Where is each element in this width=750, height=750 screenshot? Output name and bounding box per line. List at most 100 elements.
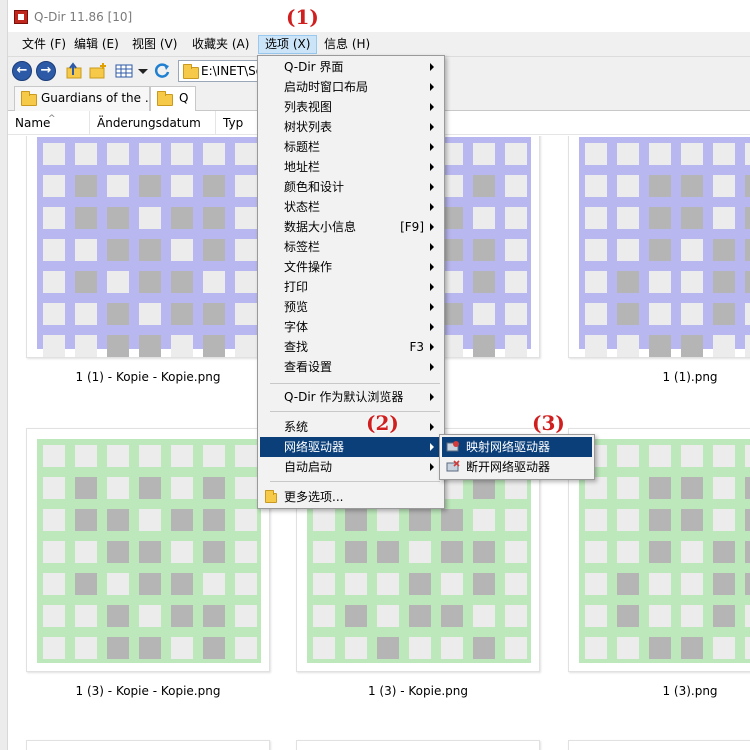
- menu-options[interactable]: 选项 (X): [258, 35, 318, 54]
- pixel-cell: [473, 271, 495, 293]
- pixel-cell: [107, 335, 129, 357]
- pixel-cell: [585, 143, 607, 165]
- menu-item-option[interactable]: Q-Dir 界面: [260, 57, 442, 77]
- thumbnail-item[interactable]: [296, 740, 540, 750]
- network-drive-icon: [446, 441, 459, 452]
- pixel-cell: [377, 605, 399, 627]
- menu-item-option[interactable]: 预览: [260, 297, 442, 317]
- pixel-cell: [585, 175, 607, 197]
- file-caption[interactable]: 1 (3) - Kopie - Kopie.png: [26, 684, 270, 698]
- pixel-cell: [75, 541, 97, 563]
- thumbnail-item[interactable]: [568, 740, 750, 750]
- menu-favorites[interactable]: 收藏夹 (A): [186, 35, 255, 54]
- menu-item-option[interactable]: 列表视图: [260, 97, 442, 117]
- pixel-cell: [139, 271, 161, 293]
- chevron-right-icon: [430, 163, 434, 171]
- menu-item-autostart[interactable]: 自动启动: [260, 457, 442, 477]
- thumbnail-item[interactable]: [26, 428, 270, 672]
- menu-item-option[interactable]: 颜色和设计: [260, 177, 442, 197]
- column-modified[interactable]: Änderungsdatum: [90, 111, 216, 135]
- menu-item-option[interactable]: 打印: [260, 277, 442, 297]
- file-caption[interactable]: 1 (1).png: [568, 370, 750, 384]
- pixel-cell: [585, 637, 607, 659]
- menu-item-option[interactable]: 字体: [260, 317, 442, 337]
- menu-item-option[interactable]: 启动时窗口布局: [260, 77, 442, 97]
- menu-separator: [270, 481, 440, 482]
- tab-q[interactable]: Q: [150, 86, 196, 112]
- menu-item-more-options[interactable]: 更多选项...: [260, 487, 442, 507]
- menu-item-option[interactable]: 树状列表: [260, 117, 442, 137]
- pixel-cell: [713, 303, 735, 325]
- pixel-cell: [649, 335, 671, 357]
- pixel-cell: [649, 175, 671, 197]
- pixel-cell: [107, 143, 129, 165]
- menu-item-system[interactable]: 系统: [260, 417, 442, 437]
- pixel-cell: [345, 541, 367, 563]
- menu-item-disconnect-network-drive[interactable]: 断开网络驱动器: [442, 457, 592, 477]
- pixel-cell: [139, 509, 161, 531]
- file-caption[interactable]: 1 (3) - Kopie.png: [296, 684, 540, 698]
- address-bar[interactable]: E:\INET\Sof: [178, 60, 268, 82]
- menu-item-option[interactable]: 查看设置: [260, 357, 442, 377]
- file-caption[interactable]: 1 (1) - Kopie - Kopie.png: [26, 370, 270, 384]
- forward-button[interactable]: →: [36, 61, 56, 81]
- thumbnail-item[interactable]: [26, 740, 270, 750]
- pixel-cell: [107, 239, 129, 261]
- tab-guardians[interactable]: Guardians of the ...: [14, 86, 150, 111]
- pixel-cell: [107, 271, 129, 293]
- menu-item-map-network-drive[interactable]: 映射网络驱动器: [442, 437, 592, 457]
- pixel-cell: [649, 509, 671, 531]
- refresh-icon: [154, 63, 170, 78]
- pixel-cell: [649, 271, 671, 293]
- menu-item-option[interactable]: 文件操作: [260, 257, 442, 277]
- menu-item-label: 树状列表: [284, 120, 333, 134]
- pixel-cell: [377, 573, 399, 595]
- pixel-cell: [505, 239, 527, 261]
- pixel-cell: [745, 271, 750, 293]
- pixel-cell: [107, 303, 129, 325]
- pixel-cell: [649, 445, 671, 467]
- chevron-right-icon: [430, 463, 434, 471]
- menu-edit[interactable]: 编辑 (E): [68, 35, 125, 54]
- pixel-cell: [43, 509, 65, 531]
- menu-item-option[interactable]: 标签栏: [260, 237, 442, 257]
- menu-item-option[interactable]: 标题栏: [260, 137, 442, 157]
- thumbnail-item[interactable]: [568, 136, 750, 358]
- menu-info[interactable]: 信息 (H): [318, 35, 376, 54]
- thumbnail-item[interactable]: [568, 428, 750, 672]
- menu-item-option[interactable]: 数据大小信息 [F9]: [260, 217, 442, 237]
- back-button[interactable]: ←: [12, 61, 32, 81]
- pixel-cell: [505, 271, 527, 293]
- up-folder-button[interactable]: [64, 61, 84, 81]
- pixel-cell: [139, 175, 161, 197]
- pixel-cell: [203, 303, 225, 325]
- pixel-cell: [75, 175, 97, 197]
- pixel-cell: [505, 605, 527, 627]
- pixel-cell: [171, 541, 193, 563]
- pixel-cell: [617, 175, 639, 197]
- pixel-cell: [203, 143, 225, 165]
- pixel-cell: [107, 207, 129, 229]
- pixel-cell: [171, 445, 193, 467]
- file-caption[interactable]: 1 (3).png: [568, 684, 750, 698]
- view-mode-button[interactable]: [114, 61, 134, 81]
- pixel-cell: [43, 445, 65, 467]
- pixel-cell: [585, 335, 607, 357]
- pixel-cell: [235, 303, 257, 325]
- menu-view[interactable]: 视图 (V): [126, 35, 183, 54]
- thumbnail-item[interactable]: [26, 136, 270, 358]
- menu-file[interactable]: 文件 (F): [16, 35, 72, 54]
- pixel-cell: [745, 477, 750, 499]
- menu-item-option[interactable]: 状态栏: [260, 197, 442, 217]
- menu-item-option[interactable]: 查找 F3: [260, 337, 442, 357]
- refresh-button[interactable]: [152, 61, 172, 81]
- pixel-cell: [617, 509, 639, 531]
- menu-item-network-drives[interactable]: 网络驱动器: [260, 437, 442, 457]
- menu-item-default-browser[interactable]: Q-Dir 作为默认浏览器: [260, 387, 442, 407]
- menu-item-option[interactable]: 地址栏: [260, 157, 442, 177]
- new-folder-button[interactable]: [88, 61, 108, 81]
- thumbnail-image: [579, 137, 750, 357]
- column-name[interactable]: Name ^: [8, 111, 90, 135]
- pixel-cell: [649, 143, 671, 165]
- pixel-cell: [203, 175, 225, 197]
